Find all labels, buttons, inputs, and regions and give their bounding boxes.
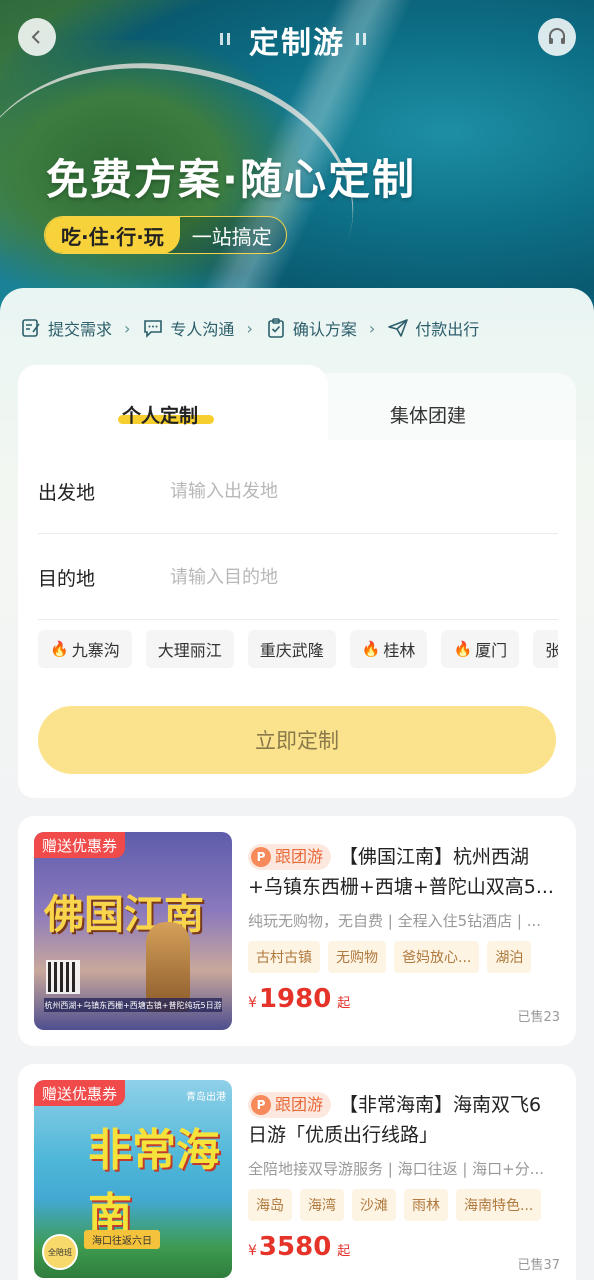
p-badge-icon: P (251, 1095, 271, 1115)
chip-xiamen[interactable]: 🔥 厦门 (441, 630, 520, 668)
product-tag: 古村古镇 (248, 941, 320, 973)
product-card[interactable]: 非常海南 青岛出港 海口往返六日 全陪班 赠送优惠券 P 跟团游 【非常海南】海南双… (18, 1064, 576, 1280)
origin-row: 出发地 (38, 450, 558, 534)
product-tag: 海南特色... (456, 1189, 542, 1221)
step-submit: 提交需求 (20, 316, 112, 340)
thumb-corner-text: 青岛出港 (186, 1092, 226, 1103)
coupon-badge: 赠送优惠券 (34, 1080, 126, 1106)
destination-input[interactable] (170, 567, 530, 588)
origin-label: 出发地 (38, 482, 96, 504)
tour-type-tag: P 跟团游 (248, 844, 332, 870)
origin-input[interactable] (170, 481, 530, 502)
chip-more[interactable]: 张 (533, 630, 558, 668)
chip-chongqing-wulong[interactable]: 重庆武隆 (247, 630, 336, 668)
page-title: 定制游 (249, 26, 345, 61)
product-tag: 爸妈放心... (394, 941, 480, 973)
thumb-route-strip: 杭州西湖+乌镇东西栅+西塘古镇+普陀纯玩5日游 (44, 998, 222, 1012)
step-pay: 付款出行 (387, 316, 479, 340)
thumb-badge: 全陪班 (42, 1234, 78, 1270)
step-communicate: 专人沟通 (142, 316, 234, 340)
process-steps: 提交需求 › 专人沟通 › 确认方案 › 付款出行 (20, 316, 580, 340)
customize-now-button[interactable]: 立即定制 (38, 706, 556, 774)
hero-tag: 吃·住·行·玩 一站搞定 (44, 216, 287, 254)
product-card[interactable]: 佛国江南 杭州西湖+乌镇东西栅+西塘古镇+普陀纯玩5日游 赠送优惠券 P 跟团游【… (18, 816, 576, 1046)
tab-team-building[interactable]: 集体团建 (390, 401, 466, 428)
step-confirm: 确认方案 (265, 316, 357, 340)
chip-jiuzhaigou[interactable]: 🔥 九寨沟 (38, 630, 132, 668)
product-tag: 无购物 (328, 941, 386, 973)
product-tag: 雨林 (404, 1189, 448, 1221)
tab-personal[interactable]: 个人定制 (122, 401, 198, 428)
chip-guilin[interactable]: 🔥 桂林 (349, 630, 428, 668)
sold-count: 已售37 (517, 1258, 560, 1273)
chevron-right-icon: › (124, 318, 131, 338)
clipboard-check-icon (268, 318, 284, 338)
p-badge-icon: P (251, 847, 271, 867)
destination-label: 目的地 (38, 568, 96, 590)
product-desc: 全陪地接双导游服务 | 海口往返 | 海口+分... (248, 1160, 545, 1178)
destination-row: 目的地 (38, 536, 558, 620)
title-decoration-right (356, 30, 370, 45)
product-info: P 跟团游 【非常海南】海南双飞6日游「优质出行线路」 全陪地接双导游服务 | 海口… (248, 1090, 560, 1221)
title-decoration-left (220, 30, 234, 45)
fire-icon: 🔥 (50, 640, 69, 658)
customize-form: 出发地 目的地 🔥九寨沟 大理丽江 重庆武隆 🔥桂林 🔥厦门 张 立即定制 (18, 440, 576, 798)
chat-bubble-icon (144, 320, 163, 338)
qr-code-icon (46, 960, 80, 994)
product-tag: 海湾 (300, 1189, 344, 1221)
product-price: ¥1980 起 (248, 984, 351, 1014)
hero-tag-highlight: 吃·住·行·玩 (45, 217, 180, 253)
customer-service-button[interactable] (538, 18, 576, 56)
thumb-subtitle: 海口往返六日 (84, 1230, 160, 1249)
headset-icon (549, 28, 565, 44)
chevron-right-icon: › (246, 318, 253, 338)
thumb-title: 非常海南 (88, 1125, 220, 1240)
customize-tabs: 个人定制 集体团建 (18, 365, 576, 449)
edit-form-icon (22, 319, 40, 337)
product-tag: 海岛 (248, 1189, 292, 1221)
product-title: P 跟团游 【非常海南】海南双飞6日游「优质出行线路」 (248, 1092, 542, 1146)
hero-slogan: 免费方案·随心定制 (46, 155, 416, 204)
product-image: 非常海南 青岛出港 海口往返六日 全陪班 赠送优惠券 (34, 1080, 232, 1278)
fire-icon: 🔥 (361, 640, 381, 658)
product-title: P 跟团游 【佛国江南】杭州西湖+乌镇东西栅+西塘+普陀山双高5... (248, 844, 554, 898)
product-image: 佛国江南 杭州西湖+乌镇东西栅+西塘古镇+普陀纯玩5日游 赠送优惠券 (34, 832, 232, 1030)
coupon-badge: 赠送优惠券 (34, 832, 126, 858)
chevron-right-icon: › (368, 318, 376, 338)
chip-dali-lijiang[interactable]: 大理丽江 (145, 630, 234, 668)
tour-type-tag: P 跟团游 (248, 1092, 332, 1118)
sold-count: 已售23 (517, 1010, 560, 1025)
paper-plane-icon (388, 319, 409, 337)
hot-destination-chips: 🔥 九寨沟 大理丽江 重庆武隆 🔥 桂林 🔥 厦门 张 (38, 630, 558, 668)
product-desc: 纯玩无购物，无自费 | 全程入住5钻酒店 | ... (248, 912, 542, 930)
product-tags: 海岛 海湾 沙滩 雨林 海南特色... (248, 1189, 560, 1221)
product-info: P 跟团游 【佛国江南】杭州西湖+乌镇东西栅+西塘+普陀山双高5... 纯玩无购物，… (248, 842, 560, 973)
product-tag: 湖泊 (487, 941, 532, 973)
hero-tag-text: 一站搞定 (191, 224, 272, 249)
product-price: ¥3580 起 (248, 1232, 351, 1262)
product-tag: 沙滩 (352, 1189, 396, 1221)
fire-icon: 🔥 (453, 640, 473, 658)
product-tags: 古村古镇 无购物 爸妈放心... 湖泊 (248, 941, 560, 973)
